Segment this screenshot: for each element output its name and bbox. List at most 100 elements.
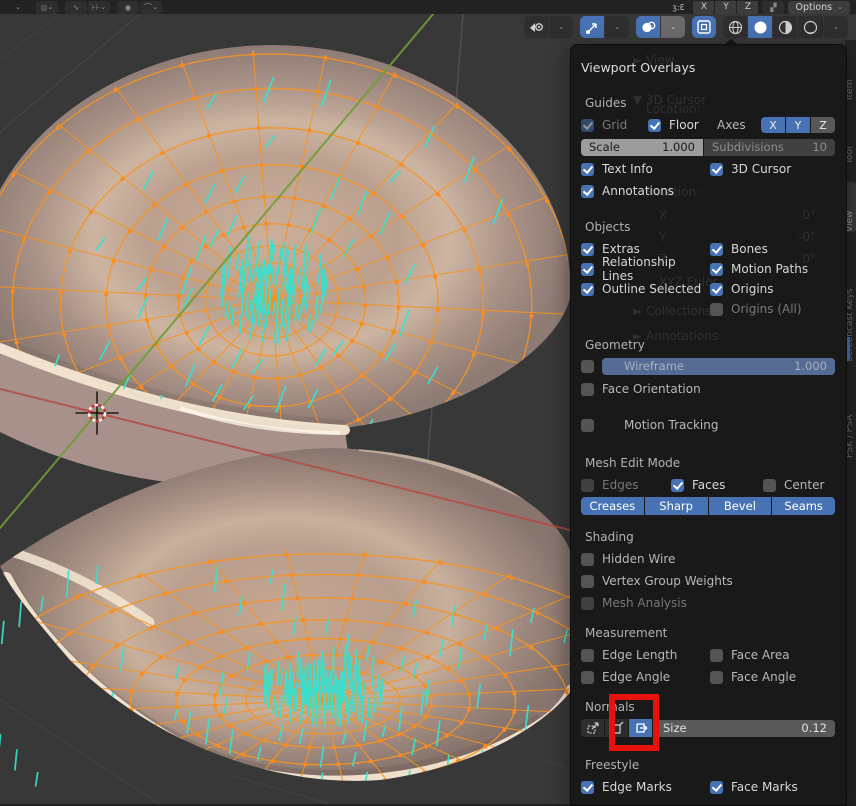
vertex-group-weights-checkbox[interactable]	[581, 575, 594, 588]
seams-button[interactable]: Seams	[772, 497, 835, 515]
floor-label[interactable]: Floor	[669, 118, 717, 132]
faces-checkbox[interactable]	[671, 479, 684, 492]
vertex-group-weights-label[interactable]: Vertex Group Weights	[602, 574, 733, 588]
creases-button[interactable]: Creases	[581, 497, 644, 515]
grid-scale-slider[interactable]: Scale1.000	[581, 139, 703, 156]
cursor-3d-checkbox[interactable]	[710, 163, 723, 176]
mesh-analysis-label[interactable]: Mesh Analysis	[602, 596, 687, 610]
origins-checkbox[interactable]	[710, 283, 723, 296]
overlays-toggle[interactable]	[636, 16, 660, 38]
center-label[interactable]: Center	[784, 478, 824, 492]
section-shading: Shading	[581, 530, 634, 544]
annotations-checkbox[interactable]	[581, 185, 594, 198]
blender-window: { "colors": { "accent_blue": "#4772b3", …	[0, 0, 856, 804]
face-orientation-checkbox[interactable]	[581, 383, 594, 396]
cursor-3d-label[interactable]: 3D Cursor	[731, 162, 791, 176]
wireframe-slider[interactable]: Wireframe 1.000	[602, 358, 835, 375]
motion-tracking-label[interactable]: Motion Tracking	[624, 418, 718, 432]
shading-wireframe-icon[interactable]	[723, 16, 747, 38]
popover-arrow	[722, 39, 740, 46]
extras-label[interactable]: Extras	[602, 242, 640, 256]
annotations-label[interactable]: Annotations	[602, 184, 674, 198]
origins-all-label[interactable]: Origins (All)	[731, 302, 802, 316]
axes-label: Axes	[717, 118, 746, 132]
shading-solid-icon[interactable]	[748, 16, 772, 38]
edge-length-label[interactable]: Edge Length	[602, 648, 677, 662]
floor-checkbox[interactable]	[648, 119, 661, 132]
grid-subdivisions-slider[interactable]: Subdivisions10	[704, 139, 835, 156]
wireframe-checkbox[interactable]	[581, 360, 594, 373]
section-measurement: Measurement	[581, 626, 667, 640]
section-freestyle: Freestyle	[581, 758, 639, 772]
center-checkbox[interactable]	[763, 479, 776, 492]
edge-angle-checkbox[interactable]	[581, 671, 594, 684]
gizmos-toggle[interactable]	[580, 16, 604, 38]
symmetry-y-button[interactable]: Y	[715, 1, 736, 14]
edge-length-checkbox[interactable]	[581, 649, 594, 662]
shading-material-icon[interactable]	[773, 16, 797, 38]
mirror-symmetry-icon[interactable]: ʒ:Ɛ	[667, 1, 689, 14]
proportional-falloff-dropdown[interactable]: ⌒ ⌄	[140, 1, 162, 14]
outline-selected-label[interactable]: Outline Selected	[602, 282, 701, 296]
hidden-wire-checkbox[interactable]	[581, 553, 594, 566]
face-area-label[interactable]: Face Area	[731, 648, 790, 662]
bones-label[interactable]: Bones	[731, 242, 768, 256]
face-marks-checkbox[interactable]	[710, 781, 723, 794]
relationship-lines-checkbox[interactable]	[581, 263, 594, 276]
edges-checkbox[interactable]	[581, 479, 594, 492]
origins-all-checkbox[interactable]	[710, 303, 723, 316]
extras-checkbox[interactable]	[581, 243, 594, 256]
xray-toggle[interactable]	[692, 16, 716, 38]
axis-x-toggle[interactable]: X	[761, 117, 785, 133]
show-object-types-dropdown[interactable]: ⌄	[549, 16, 573, 38]
orientation-icon[interactable]: ◎ ⌄	[36, 1, 58, 14]
viewport-controls: ⌄ ⌄ ⌄ ⌄	[524, 16, 848, 38]
snap-mode-dropdown[interactable]: ⊦⊦ ⌄	[88, 1, 110, 14]
section-objects: Objects	[581, 220, 630, 234]
mode-dropdown-chevron[interactable]: ⌄	[7, 1, 29, 14]
grid-checkbox[interactable]	[581, 119, 594, 132]
section-guides: Guides	[581, 96, 627, 110]
text-info-label[interactable]: Text Info	[602, 162, 653, 176]
face-angle-label[interactable]: Face Angle	[731, 670, 796, 684]
sharp-button[interactable]: Sharp	[645, 497, 708, 515]
hidden-wire-label[interactable]: Hidden Wire	[602, 552, 675, 566]
snap-projected-icon[interactable]: ▞	[762, 1, 784, 14]
text-info-checkbox[interactable]	[581, 163, 594, 176]
face-marks-label[interactable]: Face Marks	[731, 780, 798, 794]
axis-z-toggle[interactable]: Z	[811, 117, 835, 133]
mesh-analysis-checkbox[interactable]	[581, 597, 594, 610]
edge-angle-label[interactable]: Edge Angle	[602, 670, 670, 684]
panel-title: Viewport Overlays	[581, 60, 695, 75]
origins-label[interactable]: Origins	[731, 282, 774, 296]
axis-y-toggle[interactable]: Y	[786, 117, 810, 133]
normals-size-slider[interactable]: Size0.12	[655, 720, 835, 737]
edge-marks-label[interactable]: Edge Marks	[602, 780, 672, 794]
motion-tracking-checkbox[interactable]	[581, 419, 594, 432]
vertex-normals-toggle[interactable]	[581, 719, 604, 737]
edges-label[interactable]: Edges	[602, 478, 638, 492]
overlays-dropdown[interactable]: ⌄	[661, 16, 685, 38]
face-area-checkbox[interactable]	[710, 649, 723, 662]
snap-magnet-icon[interactable]: ∿	[65, 1, 87, 14]
face-orientation-label[interactable]: Face Orientation	[602, 382, 701, 396]
gizmos-dropdown[interactable]: ⌄	[605, 16, 629, 38]
grid-label[interactable]: Grid	[602, 118, 648, 132]
symmetry-x-button[interactable]: X	[693, 1, 714, 14]
options-dropdown[interactable]: Options⌄	[788, 1, 850, 14]
symmetry-z-button[interactable]: Z	[737, 1, 758, 14]
shading-dropdown[interactable]: ⌄	[824, 16, 848, 38]
shading-rendered-icon[interactable]	[798, 16, 823, 38]
bones-checkbox[interactable]	[710, 243, 723, 256]
show-object-types-icon[interactable]	[524, 16, 548, 38]
motion-paths-checkbox[interactable]	[710, 263, 723, 276]
proportional-editing-icon[interactable]: ◉	[117, 1, 139, 14]
section-geometry: Geometry	[581, 338, 645, 352]
outline-selected-checkbox[interactable]	[581, 283, 594, 296]
motion-paths-label[interactable]: Motion Paths	[731, 262, 808, 276]
relationship-lines-label[interactable]: Relationship Lines	[602, 255, 710, 283]
face-angle-checkbox[interactable]	[710, 671, 723, 684]
bevel-button[interactable]: Bevel	[709, 497, 772, 515]
edge-marks-checkbox[interactable]	[581, 781, 594, 794]
faces-label[interactable]: Faces	[692, 478, 725, 492]
